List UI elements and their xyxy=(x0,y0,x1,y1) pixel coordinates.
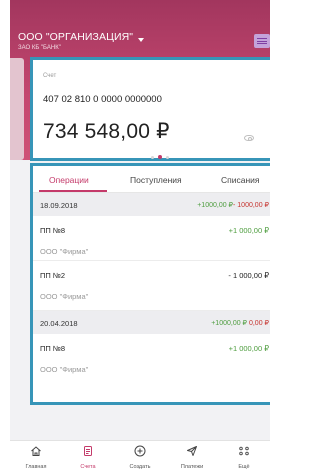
operation-amount: - 1 000,00 ₽ xyxy=(228,271,269,280)
operation-document: ПП №8 xyxy=(40,226,66,235)
nav-home[interactable]: Главная xyxy=(10,441,62,473)
nav-accounts[interactable]: Счета xyxy=(62,441,114,473)
phone-screen: ООО "ОРГАНИЗАЦИЯ" ЗАО КБ "БАНК" Счет 407… xyxy=(10,0,270,473)
card-pager xyxy=(151,155,169,159)
tab-bar: Операции Поступления Списания xyxy=(33,166,270,193)
account-card[interactable]: Счет 407 02 810 0 0000 0000000 734 548,0… xyxy=(30,57,270,161)
group-income: +1000,00 ₽ xyxy=(197,202,234,209)
nav-payments[interactable]: Платежи xyxy=(166,441,218,473)
nav-label: Создать xyxy=(129,464,151,470)
menu-button[interactable] xyxy=(254,34,270,48)
document-icon xyxy=(84,446,92,456)
organization-name: ООО "ОРГАНИЗАЦИЯ" xyxy=(18,31,134,43)
account-label: Счет xyxy=(43,73,57,79)
tab-operations[interactable]: Операции xyxy=(49,175,89,185)
active-tab-indicator xyxy=(39,190,107,192)
account-number: 407 02 810 0 0000 0000000 xyxy=(43,94,162,105)
operation-amount: +1 000,00 ₽ xyxy=(228,226,269,235)
send-icon xyxy=(187,446,197,456)
nav-more[interactable]: Ещё xyxy=(218,441,270,473)
operation-document: ПП №2 xyxy=(40,271,66,280)
pager-dot[interactable] xyxy=(166,155,169,159)
operation-row[interactable]: ПП №2 - 1 000,00 ₽ ООО "Фирма" xyxy=(33,261,270,311)
group-date: 20.04.2018 xyxy=(40,319,78,328)
nav-label: Ещё xyxy=(238,464,250,470)
operation-row[interactable]: ПП №8 +1 000,00 ₽ ООО "Фирма" xyxy=(33,216,270,261)
account-balance: 734 548,00 ₽ xyxy=(43,120,170,143)
eye-icon[interactable] xyxy=(244,135,254,141)
nav-label: Главная xyxy=(25,464,47,470)
home-icon xyxy=(31,446,41,456)
operation-counterparty: ООО "Фирма" xyxy=(40,365,89,374)
group-totals: +1000,00 ₽- 1000,00 ₽ xyxy=(197,201,269,209)
bottom-navigation: Главная Счета Создать Платежи Ещё xyxy=(10,440,270,473)
group-totals: +1000,00 ₽ 0,00 ₽ xyxy=(211,319,269,327)
operation-counterparty: ООО "Фирма" xyxy=(40,292,89,301)
operation-row[interactable]: ПП №8 +1 000,00 ₽ ООО "Фирма" xyxy=(33,334,270,379)
operation-document: ПП №8 xyxy=(40,344,66,353)
operation-amount: +1 000,00 ₽ xyxy=(228,344,269,353)
pager-dot[interactable] xyxy=(151,155,154,159)
organization-selector[interactable]: ООО "ОРГАНИЗАЦИЯ" xyxy=(18,31,145,43)
tab-outgoing[interactable]: Списания xyxy=(221,175,260,185)
group-income: +1000,00 ₽ xyxy=(211,320,248,327)
nav-create[interactable]: Создать xyxy=(114,441,166,473)
date-group-header: 18.09.2018 +1000,00 ₽- 1000,00 ₽ xyxy=(33,193,270,216)
date-group-header: 20.04.2018 +1000,00 ₽ 0,00 ₽ xyxy=(33,311,270,334)
tab-incoming[interactable]: Поступления xyxy=(130,175,182,185)
nav-label: Счета xyxy=(80,464,96,470)
group-date: 18.09.2018 xyxy=(40,201,78,210)
pager-dot-active[interactable] xyxy=(158,155,162,159)
group-expense: 0,00 ₽ xyxy=(248,320,269,327)
group-expense: - 1000,00 ₽ xyxy=(233,202,269,209)
plus-circle-icon xyxy=(134,445,146,457)
operation-counterparty: ООО "Фирма" xyxy=(40,247,89,256)
more-icon xyxy=(239,446,249,456)
previous-card-peek[interactable] xyxy=(10,58,24,160)
bank-name: ЗАО КБ "БАНК" xyxy=(18,45,61,51)
nav-label: Платежи xyxy=(180,464,204,470)
chevron-down-icon xyxy=(138,38,145,42)
operations-panel: Операции Поступления Списания 18.09.2018… xyxy=(30,163,270,405)
